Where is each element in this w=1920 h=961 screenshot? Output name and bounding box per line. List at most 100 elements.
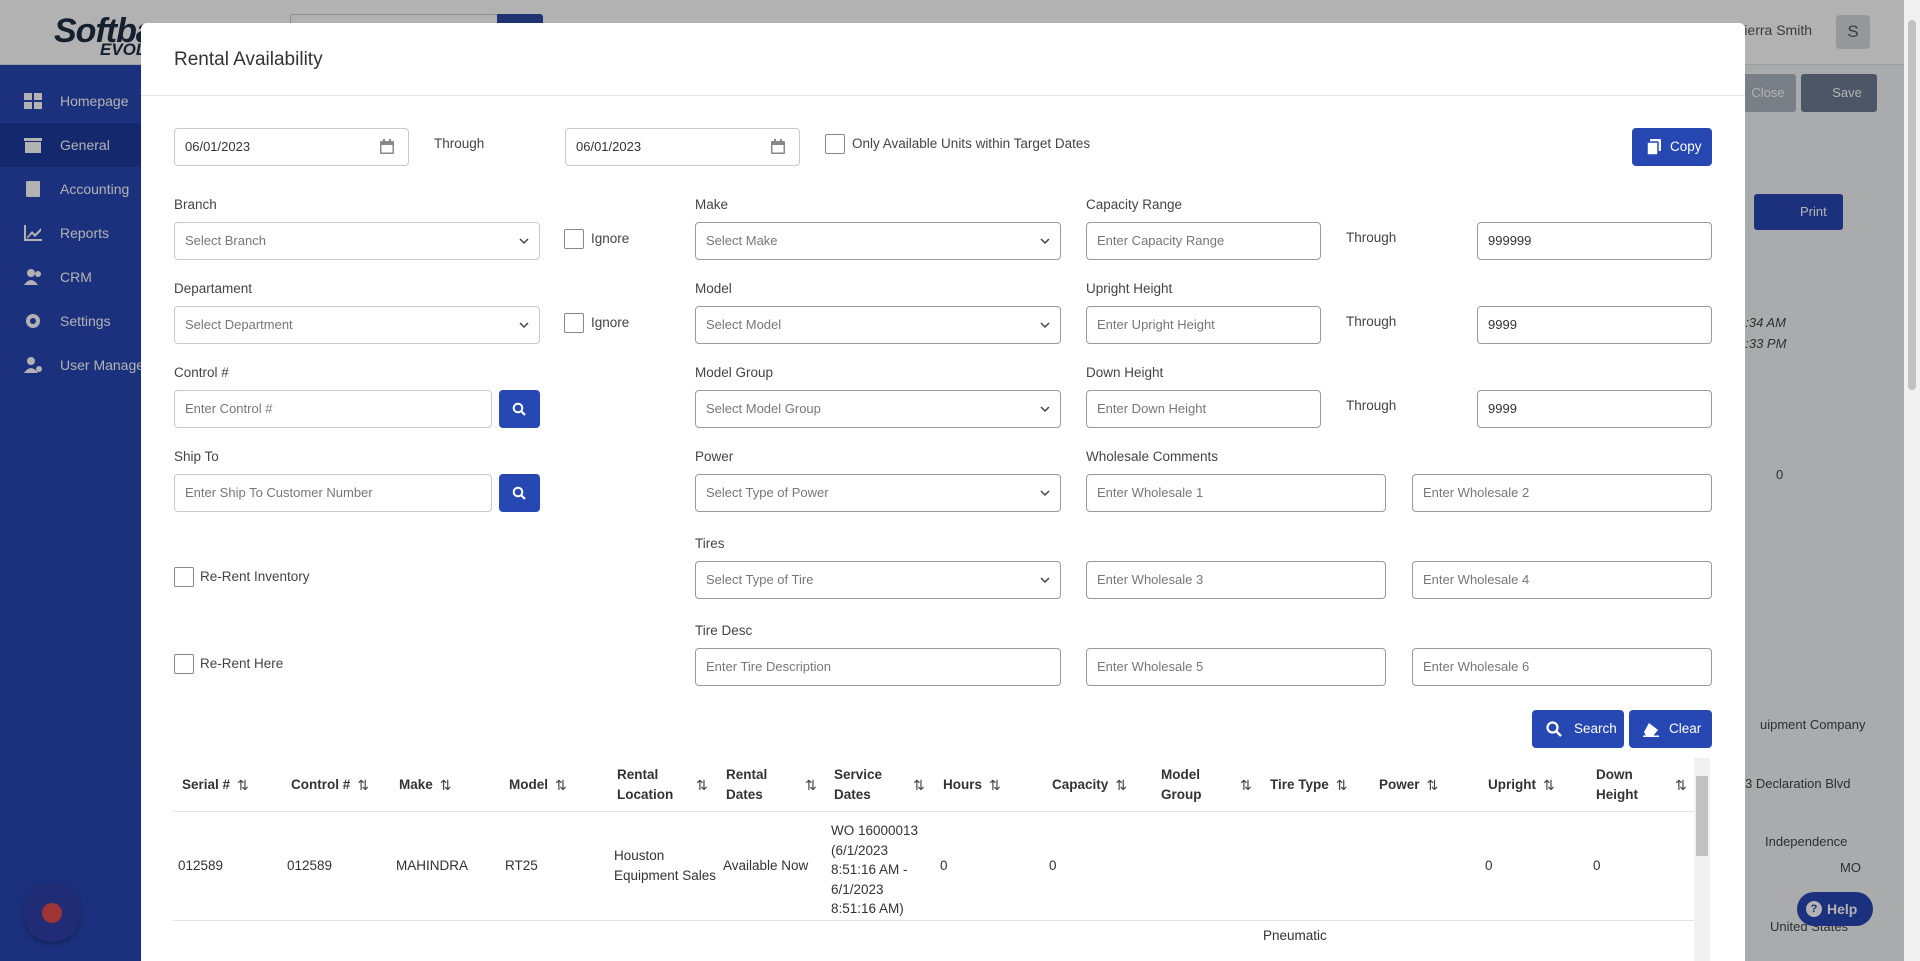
sort-icon[interactable]: ⇅ bbox=[696, 775, 708, 795]
down-from-input[interactable]: Enter Down Height bbox=[1086, 390, 1321, 428]
chevron-down-icon bbox=[519, 322, 529, 329]
power-label: Power bbox=[695, 449, 734, 464]
sort-icon[interactable]: ⇅ bbox=[1675, 775, 1687, 795]
column-label: Model Group bbox=[1161, 767, 1202, 802]
table-row[interactable]: 012589 012589 MAHINDRA RT25 Houston Equi… bbox=[173, 813, 1694, 921]
sort-icon[interactable]: ⇅ bbox=[1427, 775, 1439, 795]
control-search-button[interactable] bbox=[499, 390, 540, 428]
column-label: Rental Location bbox=[617, 767, 674, 802]
column-header-upright[interactable]: Upright ⇅ bbox=[1488, 758, 1555, 812]
column-header-rental-dates[interactable]: Rental Dates ⇅ bbox=[726, 758, 826, 812]
table-row[interactable]: Pneumatic bbox=[173, 922, 1694, 961]
column-header-model[interactable]: Model ⇅ bbox=[509, 758, 567, 812]
control-placeholder: Enter Control # bbox=[185, 401, 273, 416]
date-from-input[interactable]: 06/01/2023 bbox=[174, 128, 409, 166]
ignore-branch-checkbox[interactable] bbox=[564, 229, 584, 249]
power-select[interactable]: Select Type of Power bbox=[695, 474, 1061, 512]
wholesale-3-input[interactable]: Enter Wholesale 3 bbox=[1086, 561, 1386, 599]
model-select[interactable]: Select Model bbox=[695, 306, 1061, 344]
sort-icon[interactable]: ⇅ bbox=[989, 775, 1001, 795]
rerent-inventory-checkbox[interactable] bbox=[174, 567, 194, 587]
wholesale-label: Wholesale Comments bbox=[1086, 449, 1219, 464]
sort-icon[interactable]: ⇅ bbox=[440, 775, 452, 795]
control-input[interactable]: Enter Control # bbox=[174, 390, 492, 428]
wholesale-1-input[interactable]: Enter Wholesale 1 bbox=[1086, 474, 1386, 512]
down-to-input[interactable]: 9999 bbox=[1477, 390, 1712, 428]
only-available-label: Only Available Units within Target Dates bbox=[852, 136, 1091, 151]
sort-icon[interactable]: ⇅ bbox=[1115, 775, 1127, 795]
wholesale-6-placeholder: Enter Wholesale 6 bbox=[1423, 659, 1530, 674]
column-header-power[interactable]: Power ⇅ bbox=[1379, 758, 1438, 812]
department-select[interactable]: Select Department bbox=[174, 306, 540, 344]
upright-to-input[interactable]: 9999 bbox=[1477, 306, 1712, 344]
page-scrollbar-thumb[interactable] bbox=[1908, 20, 1916, 390]
make-select[interactable]: Select Make bbox=[695, 222, 1061, 260]
rental-availability-modal: Rental Availability 06/01/2023 Through 0… bbox=[141, 23, 1745, 961]
copy-button[interactable]: Copy bbox=[1632, 128, 1712, 166]
column-header-capacity[interactable]: Capacity ⇅ bbox=[1052, 758, 1127, 812]
column-header-serial[interactable]: Serial # ⇅ bbox=[182, 758, 249, 812]
wholesale-5-input[interactable]: Enter Wholesale 5 bbox=[1086, 648, 1386, 686]
sort-icon[interactable]: ⇅ bbox=[1543, 775, 1555, 795]
column-header-model-group[interactable]: Model Group ⇅ bbox=[1161, 758, 1261, 812]
column-header-make[interactable]: Make ⇅ bbox=[399, 758, 452, 812]
table-scrollbar[interactable] bbox=[1694, 758, 1710, 961]
tire-desc-placeholder: Enter Tire Description bbox=[706, 659, 831, 674]
wholesale-1-placeholder: Enter Wholesale 1 bbox=[1097, 485, 1204, 500]
down-label: Down Height bbox=[1086, 365, 1164, 380]
capacity-to-value: 999999 bbox=[1488, 233, 1532, 248]
clear-button[interactable]: Clear bbox=[1629, 710, 1712, 748]
sort-icon[interactable]: ⇅ bbox=[237, 775, 249, 795]
date-to-input[interactable]: 06/01/2023 bbox=[565, 128, 800, 166]
column-header-control[interactable]: Control # ⇅ bbox=[291, 758, 369, 812]
sort-icon[interactable]: ⇅ bbox=[1240, 775, 1252, 795]
column-header-hours[interactable]: Hours ⇅ bbox=[943, 758, 1001, 812]
date-from-value: 06/01/2023 bbox=[185, 139, 251, 154]
ignore-department-checkbox[interactable] bbox=[564, 313, 584, 333]
column-label: Rental Dates bbox=[726, 767, 768, 802]
chevron-down-icon bbox=[1040, 490, 1050, 497]
calendar-icon[interactable] bbox=[771, 139, 785, 154]
search-button[interactable]: Search bbox=[1532, 710, 1624, 748]
cell-make: MAHINDRA bbox=[396, 858, 469, 873]
control-label: Control # bbox=[174, 365, 229, 380]
column-header-service-dates[interactable]: Service Dates ⇅ bbox=[834, 758, 934, 812]
sort-icon[interactable]: ⇅ bbox=[555, 775, 567, 795]
cell-service-dates: WO 16000013 (6/1/2023 8:51:16 AM - 6/1/2… bbox=[831, 823, 919, 917]
sort-icon[interactable]: ⇅ bbox=[1336, 775, 1348, 795]
wholesale-4-input[interactable]: Enter Wholesale 4 bbox=[1412, 561, 1712, 599]
model-group-select[interactable]: Select Model Group bbox=[695, 390, 1061, 428]
branch-select[interactable]: Select Branch bbox=[174, 222, 540, 260]
eraser-icon bbox=[1643, 723, 1659, 737]
capacity-label: Capacity Range bbox=[1086, 197, 1183, 212]
date-to-value: 06/01/2023 bbox=[576, 139, 642, 154]
power-placeholder: Select Type of Power bbox=[706, 485, 829, 500]
column-header-tire-type[interactable]: Tire Type ⇅ bbox=[1270, 758, 1348, 812]
chevron-down-icon bbox=[1040, 322, 1050, 329]
page-scrollbar[interactable] bbox=[1904, 0, 1920, 961]
copy-label: Copy bbox=[1670, 139, 1702, 154]
cell-model: RT25 bbox=[505, 858, 538, 873]
wholesale-6-input[interactable]: Enter Wholesale 6 bbox=[1412, 648, 1712, 686]
sort-icon[interactable]: ⇅ bbox=[805, 775, 817, 795]
wholesale-2-input[interactable]: Enter Wholesale 2 bbox=[1412, 474, 1712, 512]
only-available-checkbox[interactable] bbox=[825, 134, 845, 154]
wholesale-5-placeholder: Enter Wholesale 5 bbox=[1097, 659, 1204, 674]
column-header-down-height[interactable]: Down Height ⇅ bbox=[1596, 758, 1696, 812]
chevron-down-icon bbox=[1040, 577, 1050, 584]
calendar-icon[interactable] bbox=[380, 139, 394, 154]
sort-icon[interactable]: ⇅ bbox=[913, 775, 925, 795]
capacity-from-input[interactable]: Enter Capacity Range bbox=[1086, 222, 1321, 260]
shipto-search-button[interactable] bbox=[499, 474, 540, 512]
rerent-here-checkbox[interactable] bbox=[174, 654, 194, 674]
tires-select[interactable]: Select Type of Tire bbox=[695, 561, 1061, 599]
capacity-to-input[interactable]: 999999 bbox=[1477, 222, 1712, 260]
column-header-rental-location[interactable]: Rental Location ⇅ bbox=[617, 758, 717, 812]
table-scrollbar-thumb[interactable] bbox=[1696, 776, 1708, 856]
tire-desc-label: Tire Desc bbox=[695, 623, 753, 638]
cell-rental-dates: Available Now bbox=[723, 858, 809, 873]
shipto-input[interactable]: Enter Ship To Customer Number bbox=[174, 474, 492, 512]
upright-from-input[interactable]: Enter Upright Height bbox=[1086, 306, 1321, 344]
sort-icon[interactable]: ⇅ bbox=[357, 775, 369, 795]
tire-desc-input[interactable]: Enter Tire Description bbox=[695, 648, 1061, 686]
